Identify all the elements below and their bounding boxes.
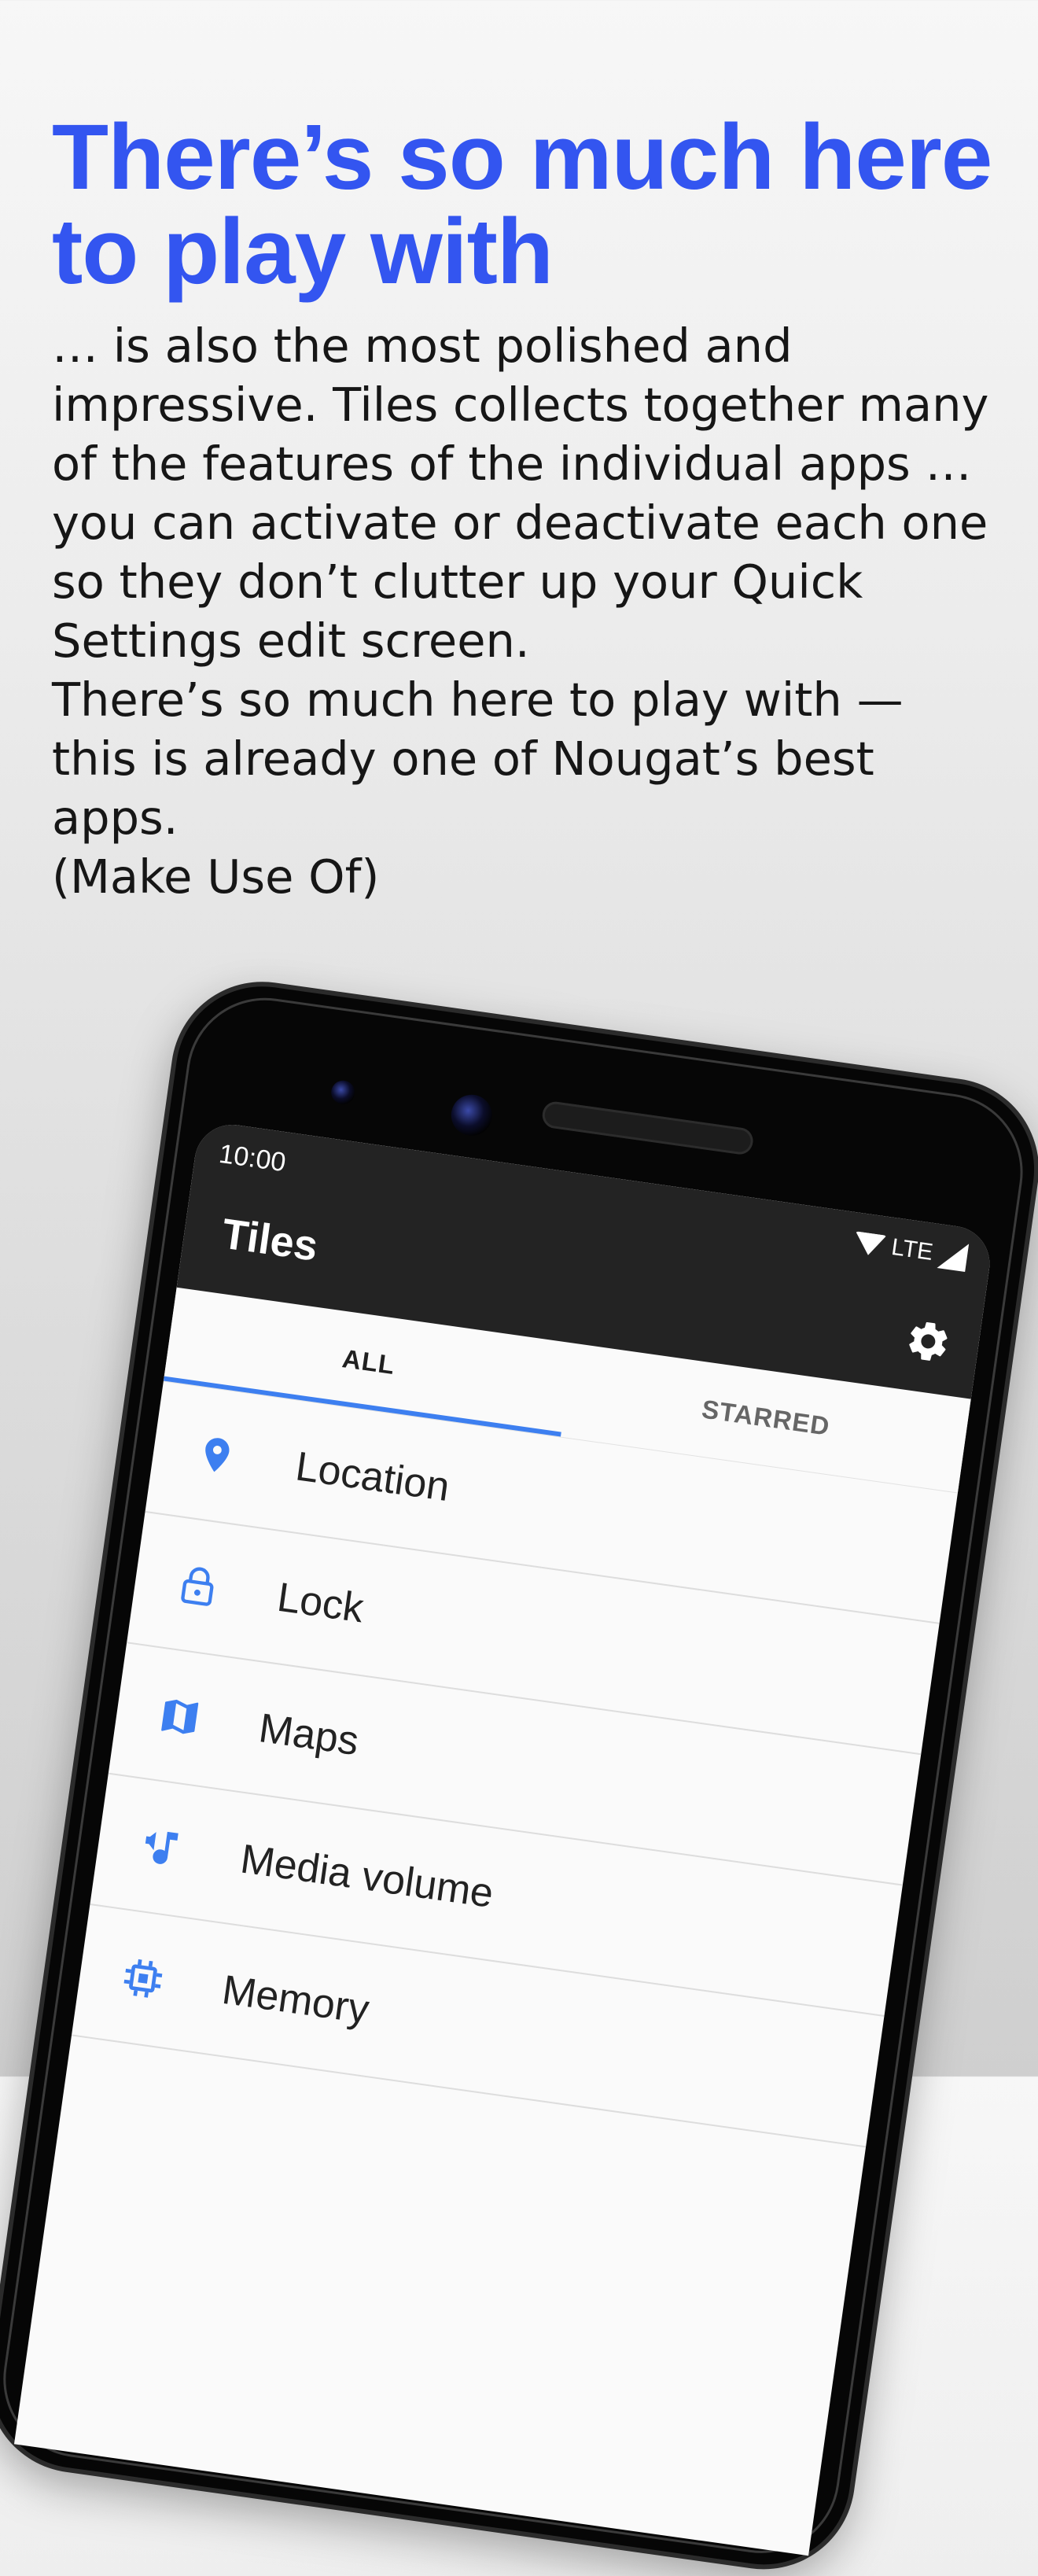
quote-paragraph-2: There’s so much here to play with — this…	[52, 673, 904, 845]
quote-source: (Make Use Of)	[52, 849, 380, 904]
review-quote: … is also the most polished and impressi…	[52, 316, 996, 906]
list-item-label: Lock	[274, 1574, 366, 1632]
location-pin-icon	[190, 1428, 244, 1482]
status-time: 10:00	[217, 1138, 288, 1178]
map-icon	[153, 1690, 207, 1744]
list-item-label: Location	[293, 1443, 453, 1511]
headline: There’s so much here to play with	[52, 105, 992, 304]
list-item-label: Media volume	[237, 1836, 496, 1917]
signal-icon	[937, 1240, 970, 1273]
settings-gear-icon[interactable]	[901, 1315, 955, 1369]
phone-mockup: 10:00 LTE Tiles ALL STARRED Location Loc…	[0, 975, 1038, 2576]
memory-chip-icon	[116, 1951, 170, 2005]
quote-paragraph-1: … is also the most polished and impressi…	[52, 319, 989, 668]
wifi-icon	[852, 1231, 887, 1258]
list-item-label: Memory	[219, 1966, 372, 2033]
promo-text-block: There’s so much here to play with … is a…	[52, 110, 996, 906]
network-type: LTE	[889, 1233, 935, 1266]
lock-icon	[171, 1559, 225, 1612]
tile-list: Location Lock Maps Media volume Memory	[71, 1381, 958, 2148]
list-item-label: Maps	[256, 1705, 362, 1765]
app-title: Tiles	[219, 1210, 321, 1270]
status-icons: LTE	[852, 1228, 970, 1273]
media-volume-icon	[134, 1821, 188, 1874]
